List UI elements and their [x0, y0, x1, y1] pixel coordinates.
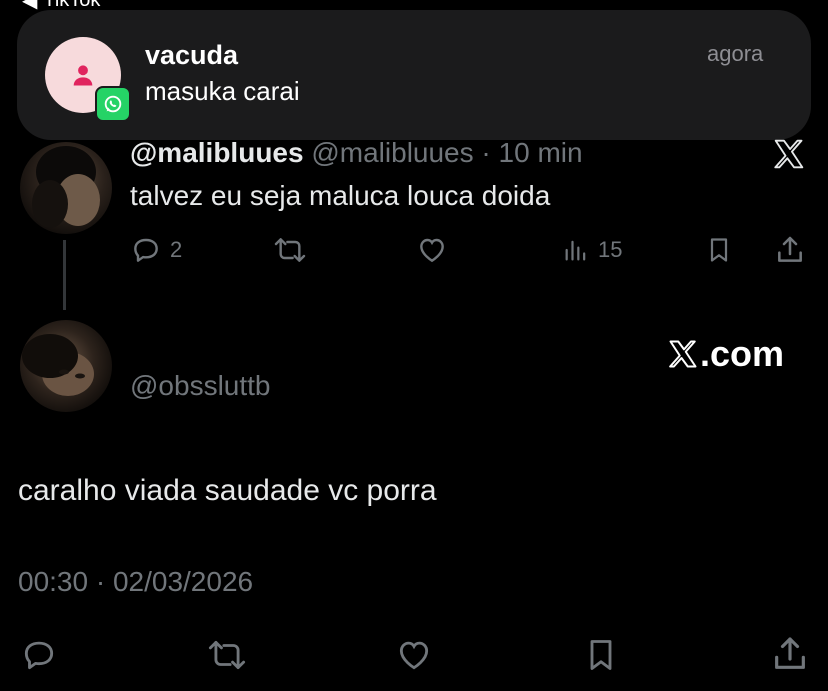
tweet-timestamp: 00:30 · 02/03/2026	[18, 566, 254, 597]
notification-banner[interactable]: vacuda masuka carai agora	[17, 10, 811, 140]
notification-time: agora	[707, 41, 764, 66]
retweet-icon	[274, 238, 306, 262]
retweet-icon	[208, 640, 246, 670]
reply-button[interactable]: 2	[130, 234, 182, 266]
retweet-button[interactable]	[205, 636, 249, 674]
back-arrow-icon: ◀	[22, 0, 38, 12]
reply-icon	[134, 238, 158, 262]
notification-message: masuka carai	[145, 76, 300, 106]
x-logo-icon[interactable]	[772, 138, 806, 170]
avatar[interactable]	[20, 142, 112, 234]
share-button[interactable]	[770, 634, 810, 674]
like-button[interactable]	[415, 234, 449, 266]
like-button[interactable]	[394, 636, 434, 674]
reply-count: 2	[170, 237, 183, 262]
tweet-text: talvez eu seja maluca louca doida	[130, 180, 551, 211]
site-label: .com	[700, 333, 785, 374]
x-com-watermark: .com	[668, 333, 784, 375]
bookmark-button[interactable]	[705, 234, 733, 266]
tweet-header: @malibluues @malibluues · 10 min	[130, 137, 583, 169]
tweet-text: caralho viada saudade vc porra	[18, 474, 437, 507]
user-handle[interactable]: @obssluttb	[130, 370, 271, 402]
reply-icon	[24, 641, 54, 670]
bookmark-icon	[590, 640, 612, 670]
dot-separator: ·	[481, 137, 491, 168]
retweet-button[interactable]	[272, 234, 308, 266]
display-name[interactable]: @malibluues	[130, 137, 304, 168]
person-icon	[73, 65, 93, 86]
reply-button[interactable]	[20, 636, 58, 674]
share-icon	[778, 236, 802, 262]
user-handle[interactable]: @malibluues	[311, 137, 473, 168]
x-logo-icon	[669, 340, 697, 368]
whatsapp-icon	[95, 86, 131, 122]
analytics-icon	[565, 240, 586, 261]
views-count: 15	[598, 237, 623, 262]
notification-title: vacuda	[145, 40, 239, 70]
thread-line	[63, 240, 66, 310]
heart-icon	[420, 238, 444, 263]
avatar[interactable]	[20, 320, 112, 412]
bookmark-icon	[710, 238, 728, 262]
share-icon	[775, 637, 805, 669]
views-button[interactable]: 15	[562, 234, 622, 266]
bookmark-button[interactable]	[583, 636, 619, 674]
tweet-time: 10 min	[498, 137, 583, 168]
share-button[interactable]	[774, 234, 806, 266]
heart-icon	[399, 641, 429, 670]
